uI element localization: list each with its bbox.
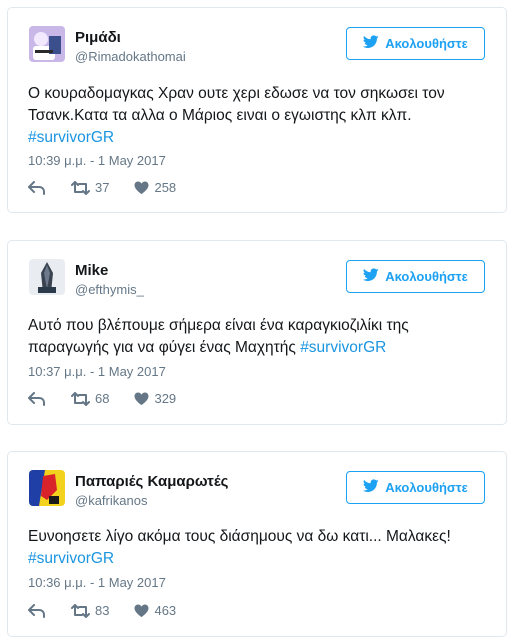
avatar[interactable] xyxy=(29,26,65,62)
avatar[interactable] xyxy=(29,470,65,506)
like-button[interactable]: 463 xyxy=(129,603,176,618)
hashtag-link[interactable]: #survivorGR xyxy=(28,550,114,567)
follow-label: Ακολουθήστε xyxy=(385,480,468,495)
like-button[interactable]: 258 xyxy=(129,180,176,195)
retweet-count: 37 xyxy=(95,180,110,195)
follow-button[interactable]: Ακολουθήστε xyxy=(346,260,485,293)
reply-icon xyxy=(28,603,45,618)
tweet-actions: 37 258 xyxy=(28,180,176,195)
timestamp[interactable]: 10:36 μ.μ. - 1 May 2017 xyxy=(28,575,166,590)
tweet-actions: 68 329 xyxy=(28,391,176,406)
like-count: 329 xyxy=(154,391,177,406)
tweet-card: Mike @efthymis_ Ακολουθήστε Αυτό που βλέ… xyxy=(7,240,507,425)
tweet-actions: 83 463 xyxy=(28,603,176,618)
user-handle[interactable]: @Rimadokathomai xyxy=(75,49,186,64)
tweet-text: Ευνοησετε λίγο ακόμα τους διάσημους να δ… xyxy=(28,526,488,570)
heart-icon xyxy=(134,604,149,618)
follow-label: Ακολουθήστε xyxy=(385,36,468,51)
follow-label: Ακολουθήστε xyxy=(385,269,468,284)
like-button[interactable]: 329 xyxy=(129,391,176,406)
tweet-text: Ο κουραδομαγκας Χραν ουτε χερι εδωσε να … xyxy=(28,83,488,149)
user-handle[interactable]: @efthymis_ xyxy=(75,282,144,297)
hashtag-link[interactable]: #survivorGR xyxy=(28,129,114,146)
reply-button[interactable] xyxy=(28,391,45,406)
reply-button[interactable] xyxy=(28,603,45,618)
tweet-card: Ριμάδι @Rimadokathomai Ακολουθήστε Ο κου… xyxy=(7,7,507,213)
retweet-icon xyxy=(71,180,90,195)
display-name[interactable]: Ριμάδι xyxy=(75,29,121,46)
twitter-bird-icon xyxy=(363,268,379,285)
twitter-bird-icon xyxy=(363,479,379,496)
heart-icon xyxy=(134,181,149,195)
reply-icon xyxy=(28,391,45,406)
timestamp[interactable]: 10:39 μ.μ. - 1 May 2017 xyxy=(28,153,166,168)
like-count: 463 xyxy=(154,603,177,618)
tweet-text: Αυτό που βλέπουμε σήμερα είναι ένα καραγ… xyxy=(28,315,488,359)
heart-icon xyxy=(134,392,149,406)
display-name[interactable]: Mike xyxy=(75,262,108,279)
tweet-body: Ευνοησετε λίγο ακόμα τους διάσημους να δ… xyxy=(28,528,451,545)
tweet-card: Παπαριές Καμαρωτές @kafrikanos Ακολουθήσ… xyxy=(7,451,507,637)
retweet-button[interactable]: 83 xyxy=(66,603,109,618)
avatar[interactable] xyxy=(29,259,65,295)
display-name[interactable]: Παπαριές Καμαρωτές xyxy=(75,473,228,490)
twitter-bird-icon xyxy=(363,35,379,52)
reply-button[interactable] xyxy=(28,180,45,195)
retweet-count: 68 xyxy=(95,391,110,406)
retweet-count: 83 xyxy=(95,603,110,618)
tweet-body: Ο κουραδομαγκας Χραν ουτε χερι εδωσε να … xyxy=(28,85,445,124)
retweet-button[interactable]: 68 xyxy=(66,391,109,406)
retweet-icon xyxy=(71,603,90,618)
retweet-button[interactable]: 37 xyxy=(66,180,109,195)
timestamp[interactable]: 10:37 μ.μ. - 1 May 2017 xyxy=(28,364,166,379)
user-handle[interactable]: @kafrikanos xyxy=(75,493,147,508)
follow-button[interactable]: Ακολουθήστε xyxy=(346,27,485,60)
reply-icon xyxy=(28,180,45,195)
hashtag-link[interactable]: #survivorGR xyxy=(300,339,386,356)
like-count: 258 xyxy=(154,180,177,195)
follow-button[interactable]: Ακολουθήστε xyxy=(346,471,485,504)
retweet-icon xyxy=(71,391,90,406)
